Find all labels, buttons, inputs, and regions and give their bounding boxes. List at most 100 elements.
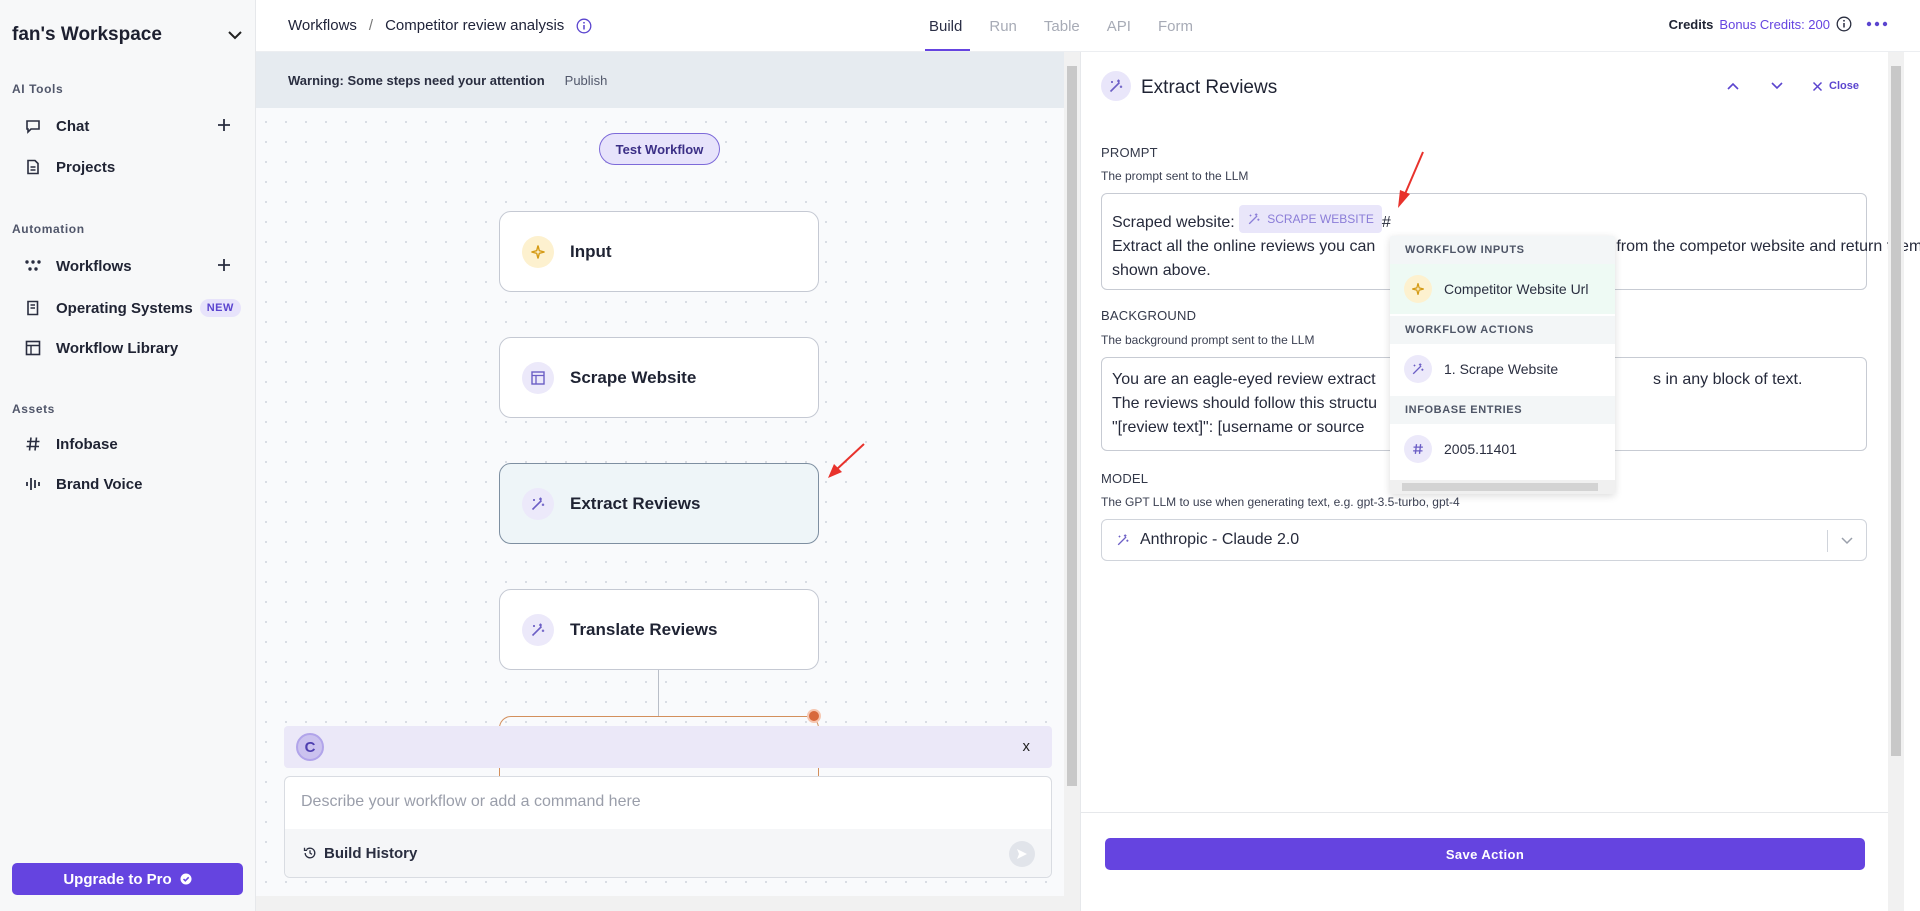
- dropdown-horizontal-scrollbar[interactable]: [1390, 480, 1615, 494]
- sidebar: fan's Workspace AI Tools Chat Projects A…: [0, 0, 256, 911]
- view-tabs: Build Run Table API Form: [924, 0, 1220, 52]
- bonus-credits: Bonus Credits: 200: [1719, 16, 1830, 32]
- breadcrumb: Workflows / Competitor review analysis: [288, 17, 592, 34]
- assistant-footer: Build History: [285, 829, 1051, 877]
- variable-picker-dropdown: WORKFLOW INPUTS Competitor Website Url W…: [1390, 236, 1615, 494]
- more-options-icon[interactable]: [1866, 20, 1888, 28]
- layout-icon: [24, 339, 42, 357]
- document-icon: [24, 158, 42, 176]
- breadcrumb-workflows[interactable]: Workflows: [288, 17, 357, 34]
- assistant-logo: C: [296, 733, 324, 761]
- sidebar-item-infobase[interactable]: Infobase: [12, 429, 244, 459]
- chat-icon: [24, 117, 42, 135]
- sparkle-icon: [522, 235, 554, 268]
- node-label: Translate Reviews: [570, 619, 718, 639]
- node-translate-reviews[interactable]: Translate Reviews: [499, 589, 819, 670]
- sidebar-item-projects[interactable]: Projects: [12, 152, 244, 182]
- chevron-down-icon: [228, 31, 242, 40]
- panel-vertical-scrollbar[interactable]: [1888, 52, 1904, 911]
- sidebar-item-workflows[interactable]: Workflows: [12, 251, 244, 281]
- close-icon: [1812, 81, 1823, 91]
- new-chat-plus-icon[interactable]: [216, 117, 232, 133]
- scrape-website-variable-chip[interactable]: SCRAPE WEBSITE: [1239, 205, 1382, 233]
- breadcrumb-separator: /: [368, 17, 374, 34]
- model-label: MODEL: [1101, 471, 1149, 486]
- model-help: The GPT LLM to use when generating text,…: [1101, 495, 1460, 509]
- sidebar-item-operating-systems[interactable]: Operating Systems NEW: [12, 293, 244, 323]
- panel-title: Extract Reviews: [1141, 77, 1278, 98]
- warning-text: Warning: Some steps need your attention: [288, 72, 545, 88]
- magic-wand-icon: [522, 487, 554, 520]
- tab-form[interactable]: Form: [1158, 0, 1193, 52]
- prompt-label: PROMPT: [1101, 145, 1158, 160]
- prompt-help: The prompt sent to the LLM: [1101, 169, 1249, 183]
- magic-wand-icon: [1404, 355, 1432, 383]
- canvas-vertical-scrollbar[interactable]: [1064, 52, 1080, 900]
- background-help: The background prompt sent to the LLM: [1101, 333, 1315, 347]
- sidebar-item-brand-voice[interactable]: Brand Voice: [12, 469, 244, 499]
- node-scrape-website[interactable]: Scrape Website: [499, 337, 819, 418]
- build-history-label: Build History: [324, 844, 418, 862]
- new-badge: NEW: [199, 299, 241, 317]
- node-extract-reviews[interactable]: Extract Reviews: [499, 463, 819, 544]
- upgrade-label: Upgrade to Pro: [63, 870, 172, 888]
- section-automation: Automation: [12, 222, 85, 236]
- verified-badge-icon: [180, 873, 192, 885]
- node-label: Extract Reviews: [570, 493, 701, 513]
- option-infobase-entry[interactable]: 2005.11401: [1390, 424, 1615, 474]
- tab-run[interactable]: Run: [989, 0, 1017, 52]
- tab-table[interactable]: Table: [1044, 0, 1080, 52]
- top-bar: Workflows / Competitor review analysis B…: [256, 0, 1920, 52]
- book-icon: [24, 299, 42, 317]
- option-competitor-website-url[interactable]: Competitor Website Url: [1390, 264, 1615, 314]
- canvas-horizontal-scrollbar[interactable]: [256, 896, 1080, 911]
- magic-wand-icon: [1248, 213, 1260, 225]
- test-workflow-button[interactable]: Test Workflow: [599, 133, 720, 165]
- hash-trigger: #: [1381, 214, 1391, 231]
- tab-build[interactable]: Build: [924, 0, 971, 52]
- send-button[interactable]: [1009, 841, 1035, 867]
- prompt-line-2-tail: d from the competor website and return t…: [1603, 238, 1920, 255]
- scrollbar-thumb[interactable]: [1402, 483, 1598, 491]
- warning-bar: Warning: Some steps need your attention …: [256, 52, 1064, 108]
- option-label: Competitor Website Url: [1444, 281, 1589, 297]
- layout-icon: [522, 361, 554, 394]
- background-line-1-tail: s in any block of text.: [1653, 371, 1803, 388]
- info-icon[interactable]: [576, 18, 592, 34]
- next-step-chevron-down-icon[interactable]: [1770, 81, 1784, 91]
- credits-label: Credits: [1668, 16, 1714, 32]
- workspace-switcher[interactable]: fan's Workspace: [12, 22, 244, 48]
- sidebar-item-label: Chat: [56, 117, 90, 135]
- scrollbar-thumb[interactable]: [1891, 66, 1901, 756]
- status-dot: [807, 709, 821, 723]
- node-input[interactable]: Input: [499, 211, 819, 292]
- upgrade-to-pro-button[interactable]: Upgrade to Pro: [12, 863, 243, 895]
- sidebar-item-label: Workflow Library: [56, 339, 179, 357]
- scrollbar-thumb[interactable]: [1067, 66, 1077, 786]
- new-workflow-plus-icon[interactable]: [216, 257, 232, 273]
- assistant-panel: Describe your workflow or add a command …: [284, 776, 1052, 878]
- previous-step-chevron-up-icon[interactable]: [1726, 81, 1740, 91]
- close-assistant-button[interactable]: x: [1023, 738, 1031, 755]
- sidebar-item-label: Operating Systems: [56, 299, 193, 317]
- annotation-arrow-icon: [828, 443, 865, 478]
- node-label: Input: [570, 241, 612, 261]
- command-input[interactable]: Describe your workflow or add a command …: [301, 793, 641, 811]
- save-action-button[interactable]: Save Action: [1105, 838, 1865, 870]
- sidebar-item-chat[interactable]: Chat: [12, 111, 244, 141]
- option-scrape-website[interactable]: 1. Scrape Website: [1390, 344, 1615, 394]
- build-history-button[interactable]: Build History: [303, 845, 417, 862]
- publish-button[interactable]: Publish: [565, 73, 608, 88]
- info-icon[interactable]: [1836, 16, 1852, 32]
- section-workflow-actions: WORKFLOW ACTIONS: [1390, 316, 1615, 344]
- section-ai-tools: AI Tools: [12, 82, 64, 96]
- model-select[interactable]: Anthropic - Claude 2.0: [1101, 519, 1867, 561]
- close-panel-button[interactable]: Close: [1812, 80, 1859, 92]
- workflow-canvas[interactable]: Warning: Some steps need your attention …: [256, 52, 1064, 900]
- tab-api[interactable]: API: [1107, 0, 1131, 52]
- chevron-down-icon: [1841, 537, 1853, 545]
- background-line-1: You are an eagle-eyed review extract: [1112, 371, 1376, 388]
- background-label: BACKGROUND: [1101, 308, 1197, 323]
- section-infobase-entries: INFOBASE ENTRIES: [1390, 396, 1615, 424]
- sidebar-item-workflow-library[interactable]: Workflow Library: [12, 333, 244, 363]
